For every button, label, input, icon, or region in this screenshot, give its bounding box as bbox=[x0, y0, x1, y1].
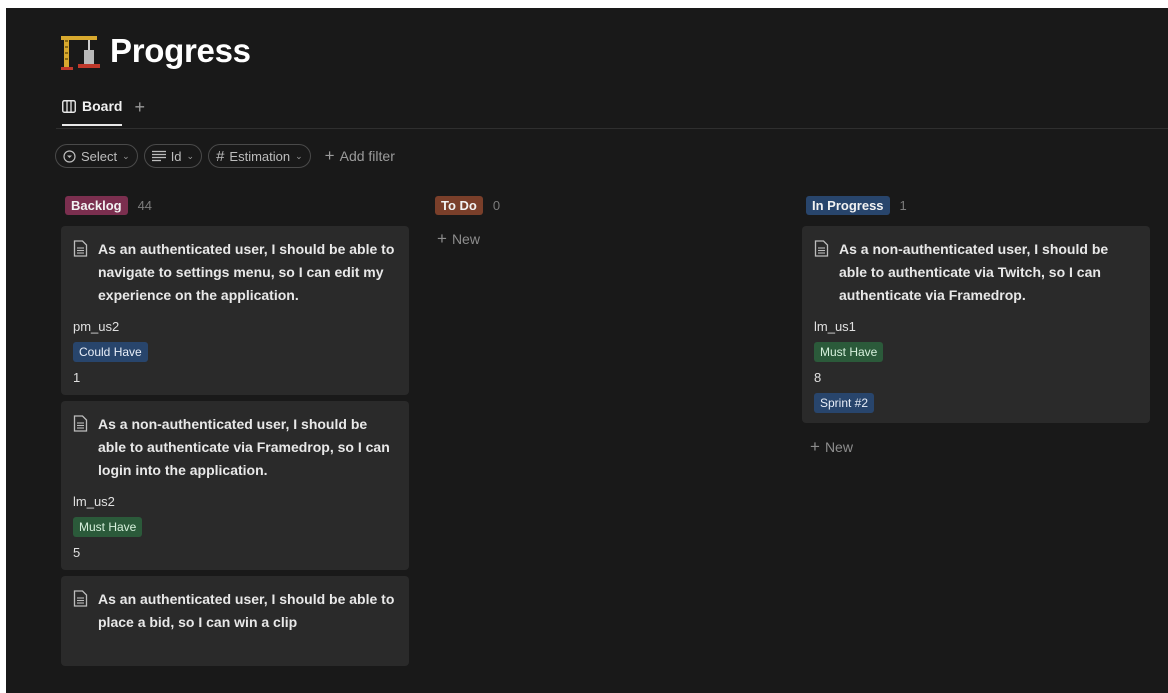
tab-board[interactable]: Board bbox=[62, 98, 123, 126]
construction-crane-icon bbox=[61, 36, 100, 70]
chevron-down-icon: ⌄ bbox=[295, 150, 303, 161]
board-card[interactable]: As an authenticated user, I should be ab… bbox=[61, 226, 409, 395]
card-estimation: 1 bbox=[73, 370, 81, 385]
board-card[interactable]: As a non-authenticated user, I should be… bbox=[802, 226, 1150, 423]
column-in-progress: In Progress 1 As a non-authenticated use… bbox=[802, 194, 1150, 457]
filter-id-label: Id bbox=[170, 148, 182, 164]
column-backlog: Backlog 44 As an authenticated user, I s… bbox=[61, 194, 409, 672]
column-count: 44 bbox=[137, 197, 153, 213]
column-header: In Progress 1 bbox=[806, 194, 1150, 216]
card-id: pm_us2 bbox=[73, 319, 120, 334]
status-pill-todo[interactable]: To Do bbox=[435, 195, 483, 215]
plus-icon: + bbox=[437, 229, 447, 248]
column-header: To Do 0 bbox=[435, 194, 779, 216]
card-title-row: As a non-authenticated user, I should be… bbox=[814, 238, 1138, 307]
status-pill-backlog[interactable]: Backlog bbox=[65, 195, 128, 215]
card-id: lm_us1 bbox=[814, 319, 856, 334]
card-estimation: 5 bbox=[73, 545, 81, 560]
text-lines-icon bbox=[151, 150, 166, 162]
views-tabbar: Board + bbox=[62, 97, 145, 126]
plus-icon: + bbox=[810, 437, 820, 456]
hash-icon: # bbox=[216, 147, 225, 165]
column-todo: To Do 0 + New bbox=[431, 194, 779, 249]
board-card[interactable]: As an authenticated user, I should be ab… bbox=[61, 576, 409, 666]
add-view-button[interactable]: + bbox=[134, 97, 145, 118]
board-card[interactable]: As a non-authenticated user, I should be… bbox=[61, 401, 409, 570]
tabs-divider bbox=[56, 128, 1168, 129]
card-title-row: As a non-authenticated user, I should be… bbox=[73, 413, 397, 482]
board-page: Progress Board + Select ⌄ Id ⌄ # Estimat… bbox=[6, 8, 1168, 693]
new-card-label: New bbox=[451, 231, 480, 247]
column-count: 0 bbox=[492, 197, 501, 213]
document-icon bbox=[73, 590, 88, 607]
sprint-badge: Sprint #2 bbox=[814, 393, 875, 413]
filter-select-label: Select bbox=[81, 148, 118, 164]
plus-icon: + bbox=[324, 146, 335, 165]
new-card-button[interactable]: + New bbox=[437, 229, 779, 249]
filter-id-chip[interactable]: Id ⌄ bbox=[143, 144, 203, 168]
page-title: Progress bbox=[110, 32, 251, 69]
column-count: 1 bbox=[899, 197, 907, 213]
filter-estimation-chip[interactable]: # Estimation ⌄ bbox=[208, 144, 311, 168]
chevron-down-icon: ⌄ bbox=[186, 150, 195, 161]
new-card-button[interactable]: + New bbox=[810, 437, 1150, 457]
document-icon bbox=[73, 240, 88, 257]
tab-board-label: Board bbox=[82, 98, 123, 114]
card-list: As a non-authenticated user, I should be… bbox=[802, 226, 1150, 423]
column-header: Backlog 44 bbox=[65, 194, 409, 216]
select-icon bbox=[63, 149, 76, 163]
add-filter-button[interactable]: + Add filter bbox=[325, 146, 395, 166]
document-icon bbox=[73, 415, 88, 432]
chevron-down-icon: ⌄ bbox=[122, 150, 130, 161]
card-title: As an authenticated user, I should be ab… bbox=[98, 241, 395, 303]
priority-badge: Must Have bbox=[814, 342, 884, 362]
filter-estimation-label: Estimation bbox=[229, 148, 291, 164]
priority-badge: Could Have bbox=[73, 342, 148, 362]
page-header: Progress bbox=[58, 30, 251, 72]
status-pill-in-progress[interactable]: In Progress bbox=[806, 195, 890, 215]
priority-badge: Must Have bbox=[73, 517, 143, 537]
card-title: As a non-authenticated user, I should be… bbox=[839, 241, 1109, 303]
filter-bar: Select ⌄ Id ⌄ # Estimation ⌄ + Add filte… bbox=[55, 144, 395, 168]
document-icon bbox=[814, 240, 829, 257]
card-title-row: As an authenticated user, I should be ab… bbox=[73, 238, 397, 307]
board-icon bbox=[62, 99, 76, 113]
card-title: As an authenticated user, I should be ab… bbox=[98, 591, 395, 630]
card-list: As an authenticated user, I should be ab… bbox=[61, 226, 409, 666]
add-filter-label: Add filter bbox=[339, 148, 395, 164]
card-title: As a non-authenticated user, I should be… bbox=[98, 416, 390, 478]
card-id: lm_us2 bbox=[73, 494, 115, 509]
card-title-row: As an authenticated user, I should be ab… bbox=[73, 588, 397, 634]
filter-select-chip[interactable]: Select ⌄ bbox=[55, 144, 138, 168]
card-estimation: 8 bbox=[814, 370, 822, 385]
new-card-label: New bbox=[824, 439, 853, 455]
